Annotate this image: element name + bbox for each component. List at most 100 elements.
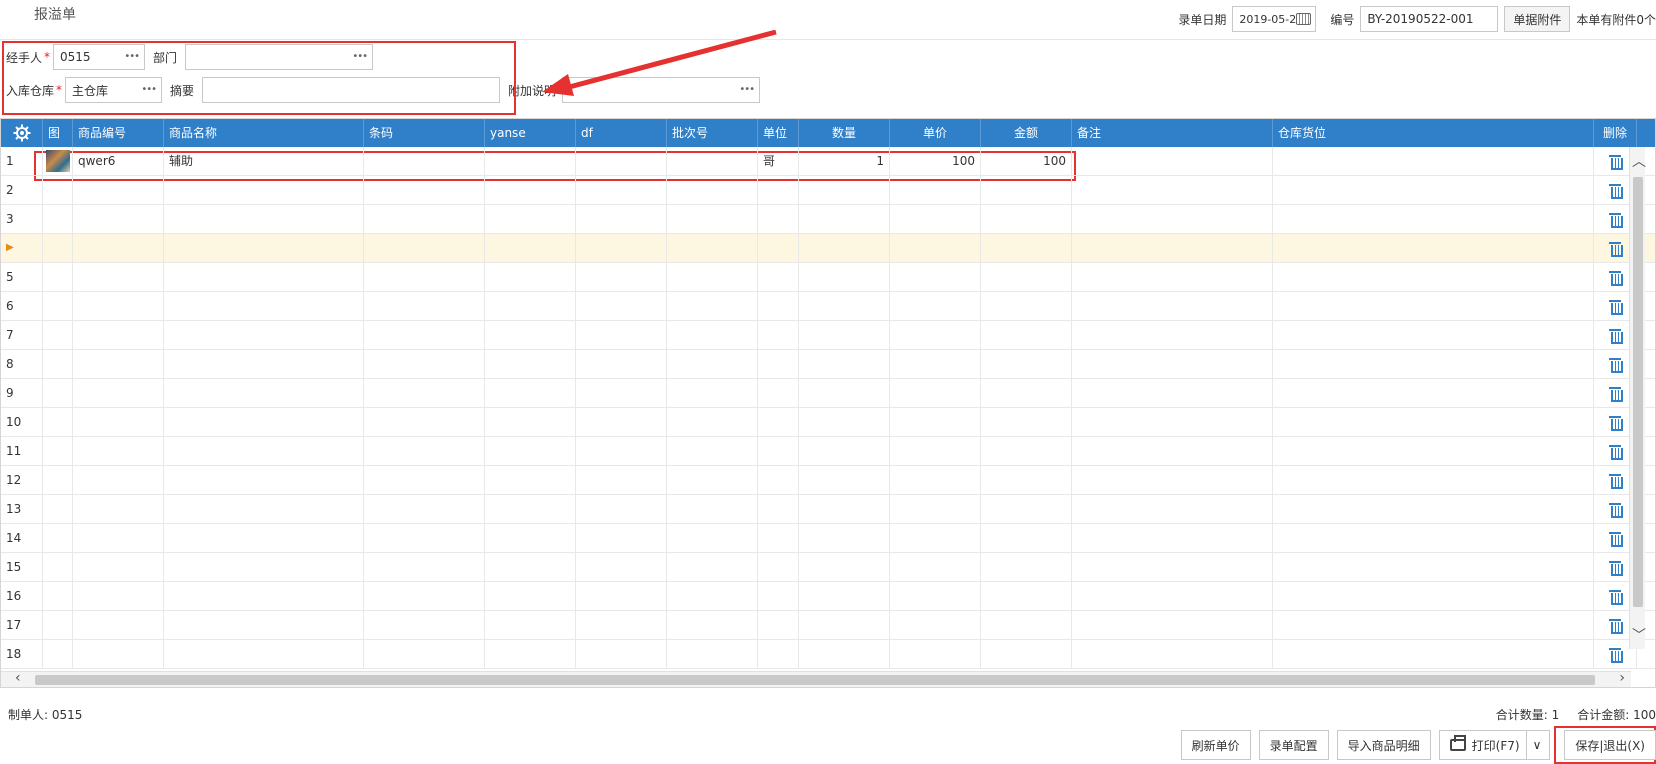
table-row[interactable]: ▶ [1,234,1655,263]
cell-location[interactable] [1273,524,1594,553]
cell-barcode[interactable] [364,611,485,640]
image-cell[interactable] [43,495,73,524]
cell-barcode[interactable] [364,350,485,379]
cell-price[interactable] [890,205,981,234]
cell-yanse[interactable] [485,437,576,466]
table-row[interactable]: 16 [1,582,1655,611]
cell-qty[interactable] [799,553,890,582]
table-row[interactable]: 13 [1,495,1655,524]
cell-price[interactable] [890,408,981,437]
cell-yanse[interactable] [485,263,576,292]
cell-batch[interactable] [667,466,758,495]
cell-barcode[interactable] [364,466,485,495]
table-row[interactable]: 15 [1,553,1655,582]
cell-name[interactable] [164,524,364,553]
trash-icon[interactable] [1609,473,1623,489]
cell-price[interactable] [890,321,981,350]
cell-yanse[interactable] [485,495,576,524]
cell-name[interactable] [164,263,364,292]
table-row[interactable]: 18 [1,640,1655,669]
cell-yanse[interactable] [485,176,576,205]
cell-yanse[interactable] [485,466,576,495]
trash-icon[interactable] [1609,183,1623,199]
table-row[interactable]: 7 [1,321,1655,350]
cell-yanse[interactable] [485,524,576,553]
cell-name[interactable] [164,553,364,582]
cell-qty[interactable] [799,437,890,466]
chevron-right-icon[interactable]: › [1619,670,1625,686]
trash-icon[interactable] [1609,560,1623,576]
cell-name[interactable] [164,176,364,205]
cell-batch[interactable] [667,205,758,234]
chevron-left-icon[interactable]: ‹ [15,670,21,686]
table-row[interactable]: 9 [1,379,1655,408]
cell-df[interactable] [576,292,667,321]
refresh-price-button[interactable]: 刷新单价 [1180,730,1251,760]
cell-location[interactable] [1273,350,1594,379]
trash-icon[interactable] [1609,154,1623,170]
cell-name[interactable] [164,611,364,640]
cell-barcode[interactable] [364,437,485,466]
column-settings[interactable] [1,119,43,147]
table-row[interactable]: 5 [1,263,1655,292]
cell-amount[interactable] [981,234,1072,263]
date-field[interactable]: 2019-05-22 [1232,6,1317,32]
cell-barcode[interactable] [364,147,485,176]
col-image[interactable]: 图 [43,119,73,147]
cell-qty[interactable] [799,205,890,234]
cell-price[interactable] [890,640,981,669]
image-cell[interactable] [43,379,73,408]
cell-batch[interactable] [667,176,758,205]
cell-barcode[interactable] [364,292,485,321]
cell-yanse[interactable] [485,321,576,350]
cell-barcode[interactable] [364,205,485,234]
cell-df[interactable] [576,495,667,524]
table-row[interactable]: 8 [1,350,1655,379]
cell-remark[interactable] [1072,321,1273,350]
cell-location[interactable] [1273,640,1594,669]
cell-barcode[interactable] [364,640,485,669]
number-field[interactable]: BY-20190522-001 [1360,6,1499,32]
cell-df[interactable] [576,466,667,495]
cell-df[interactable] [576,611,667,640]
cell-remark[interactable] [1072,379,1273,408]
cell-batch[interactable] [667,292,758,321]
cell-code[interactable] [73,408,164,437]
gear-icon[interactable] [13,124,31,142]
trash-icon[interactable] [1609,618,1623,634]
cell-name[interactable] [164,379,364,408]
cell-batch[interactable] [667,321,758,350]
cell-price[interactable] [890,437,981,466]
cell-code[interactable] [73,176,164,205]
cell-unit[interactable] [758,466,799,495]
table-row[interactable]: 6 [1,292,1655,321]
cell-code[interactable] [73,321,164,350]
cell-barcode[interactable] [364,495,485,524]
cell-df[interactable] [576,176,667,205]
cell-price[interactable] [890,234,981,263]
cell-amount[interactable]: 100 [981,147,1072,176]
cell-batch[interactable] [667,640,758,669]
cell-qty[interactable] [799,292,890,321]
cell-yanse[interactable] [485,408,576,437]
cell-qty[interactable] [799,263,890,292]
cell-barcode[interactable] [364,408,485,437]
cell-unit[interactable] [758,582,799,611]
cell-amount[interactable] [981,205,1072,234]
cell-unit[interactable] [758,292,799,321]
cell-barcode[interactable] [364,553,485,582]
col-price[interactable]: 单价 [890,119,981,147]
cell-batch[interactable] [667,379,758,408]
cell-code[interactable] [73,524,164,553]
cell-df[interactable] [576,234,667,263]
cell-code[interactable] [73,379,164,408]
cell-barcode[interactable] [364,379,485,408]
cell-remark[interactable] [1072,611,1273,640]
cell-yanse[interactable] [485,205,576,234]
trash-icon[interactable] [1609,241,1623,257]
col-batch[interactable]: 批次号 [667,119,758,147]
cell-batch[interactable] [667,147,758,176]
cell-unit[interactable] [758,321,799,350]
cell-code[interactable] [73,263,164,292]
cell-qty[interactable]: 1 [799,147,890,176]
